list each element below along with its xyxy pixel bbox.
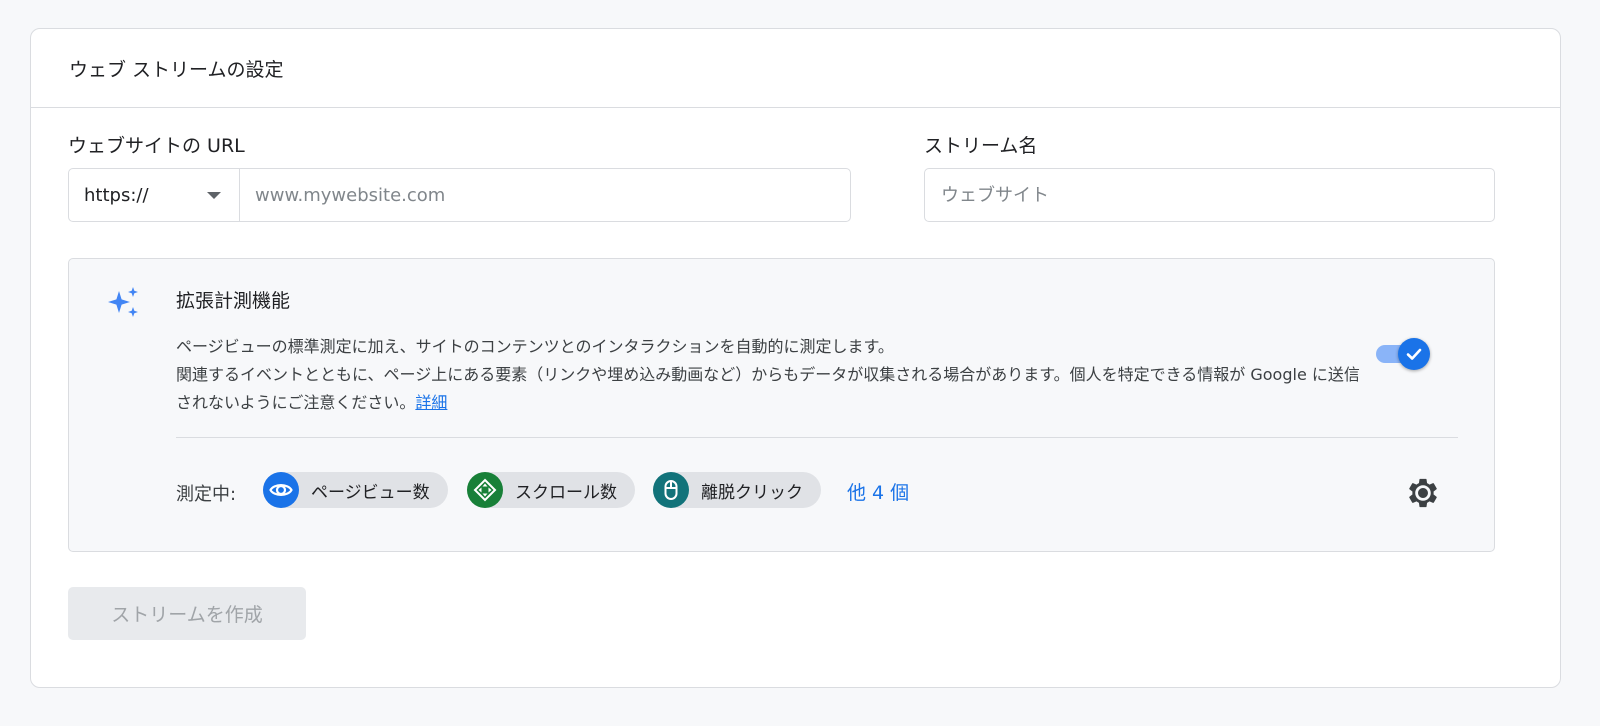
scroll-icon (467, 472, 503, 508)
sparkle-icon (108, 287, 138, 317)
stream-name-label: ストリーム名 (924, 135, 1038, 157)
url-field-label: ウェブサイトの URL (68, 135, 245, 157)
chip-outbound-clicks[interactable]: 離脱クリック (653, 472, 821, 508)
stream-name-input[interactable] (924, 168, 1495, 222)
chip-label: ページビュー数 (311, 482, 430, 503)
web-stream-setup-card: ウェブ ストリームの設定 ウェブサイトの URL https:// ストリーム名… (30, 28, 1561, 688)
url-input-group: https:// (68, 168, 851, 222)
enhanced-measurement-panel: 拡張計測機能 ページビューの標準測定に加え、サイトのコンテンツとのインタラクショ… (68, 258, 1495, 552)
chip-label: スクロール数 (515, 482, 617, 503)
panel-divider (176, 437, 1458, 438)
eye-icon (263, 472, 299, 508)
enhanced-measurement-description: ページビューの標準測定に加え、サイトのコンテンツとのインタラクションを自動的に測… (176, 333, 1366, 417)
chip-scrolls[interactable]: スクロール数 (467, 472, 635, 508)
check-icon (1406, 348, 1422, 360)
description-line-2: 関連するイベントとともに、ページ上にある要素（リンクや埋め込み動画など）からもデ… (176, 365, 1360, 412)
more-events-link[interactable]: 他 4 個 (847, 478, 909, 505)
mouse-icon (653, 472, 689, 508)
chevron-down-icon (207, 191, 221, 199)
website-url-input[interactable] (240, 169, 850, 221)
settings-button[interactable] (1405, 475, 1441, 511)
learn-more-link[interactable]: 詳細 (415, 393, 447, 412)
enhanced-measurement-title: 拡張計測機能 (176, 290, 291, 312)
measuring-label: 測定中: (176, 484, 237, 505)
enhanced-measurement-toggle[interactable] (1374, 336, 1430, 370)
gear-icon (1409, 478, 1437, 508)
description-line-1: ページビューの標準測定に加え、サイトのコンテンツとのインタラクションを自動的に測… (176, 337, 894, 356)
chip-page-views[interactable]: ページビュー数 (263, 472, 448, 508)
create-stream-button[interactable]: ストリームを作成 (68, 587, 306, 640)
protocol-value: https:// (84, 184, 149, 206)
chip-label: 離脱クリック (701, 482, 803, 503)
protocol-select[interactable]: https:// (69, 169, 240, 221)
card-title: ウェブ ストリームの設定 (31, 29, 1560, 108)
toggle-knob (1398, 338, 1430, 370)
